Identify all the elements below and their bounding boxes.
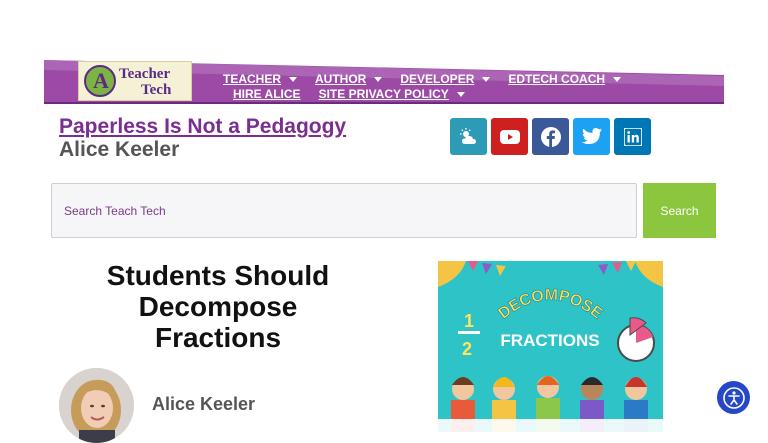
site-author: Alice Keeler <box>59 138 180 161</box>
search-button[interactable]: Search <box>643 183 716 238</box>
main-nav-row1: TEACHER AUTHOR DEVELOPER EDTECH COACH <box>223 72 622 86</box>
chevron-down-icon <box>482 77 491 83</box>
nav-author[interactable]: AUTHOR <box>315 72 383 86</box>
logo-text-line2: Tech <box>141 82 172 98</box>
facebook-icon[interactable] <box>532 118 569 155</box>
chevron-down-icon <box>613 77 622 83</box>
nav-teacher[interactable]: TEACHER <box>223 72 298 86</box>
logo-mark-icon <box>84 65 116 97</box>
nav-site-privacy-policy[interactable]: SITE PRIVACY POLICY <box>319 87 465 101</box>
main-nav-row2: HIRE ALICE SITE PRIVACY POLICY <box>233 87 465 101</box>
accessibility-icon <box>722 386 745 409</box>
youtube-icon[interactable] <box>491 118 528 155</box>
accessibility-button[interactable] <box>717 381 750 414</box>
nav-hire-alice[interactable]: HIRE ALICE <box>233 87 301 101</box>
teacher-tech-logo[interactable]: Teacher Tech <box>78 61 192 101</box>
nav-edtech-coach[interactable]: EDTECH COACH <box>508 72 622 86</box>
featured-denominator: 2 <box>462 339 472 359</box>
nav-developer[interactable]: DEVELOPER <box>400 72 491 86</box>
article-title: Students Should Decompose Fractions <box>106 260 330 353</box>
featured-numerator: 1 <box>464 311 474 331</box>
search-input[interactable] <box>51 183 637 238</box>
chevron-down-icon <box>456 92 465 98</box>
weather-icon[interactable] <box>450 118 487 155</box>
featured-word2: FRACTIONS <box>500 331 599 350</box>
chevron-down-icon <box>374 77 383 83</box>
linkedin-icon[interactable] <box>614 118 651 155</box>
article-author-name: Alice Keeler <box>152 394 256 414</box>
chevron-down-icon <box>289 77 298 83</box>
social-links <box>450 118 651 155</box>
logo-text-line1: Teacher <box>119 66 171 82</box>
site-title-link[interactable]: Paperless Is Not a Pedagogy <box>59 115 346 139</box>
header-banner: Teacher Tech TEACHER AUTHOR DEVELOPER ED… <box>44 60 724 104</box>
twitter-icon[interactable] <box>573 118 610 155</box>
featured-image[interactable]: DECOMPOSE 1 2 FRACTIONS <box>438 261 663 432</box>
